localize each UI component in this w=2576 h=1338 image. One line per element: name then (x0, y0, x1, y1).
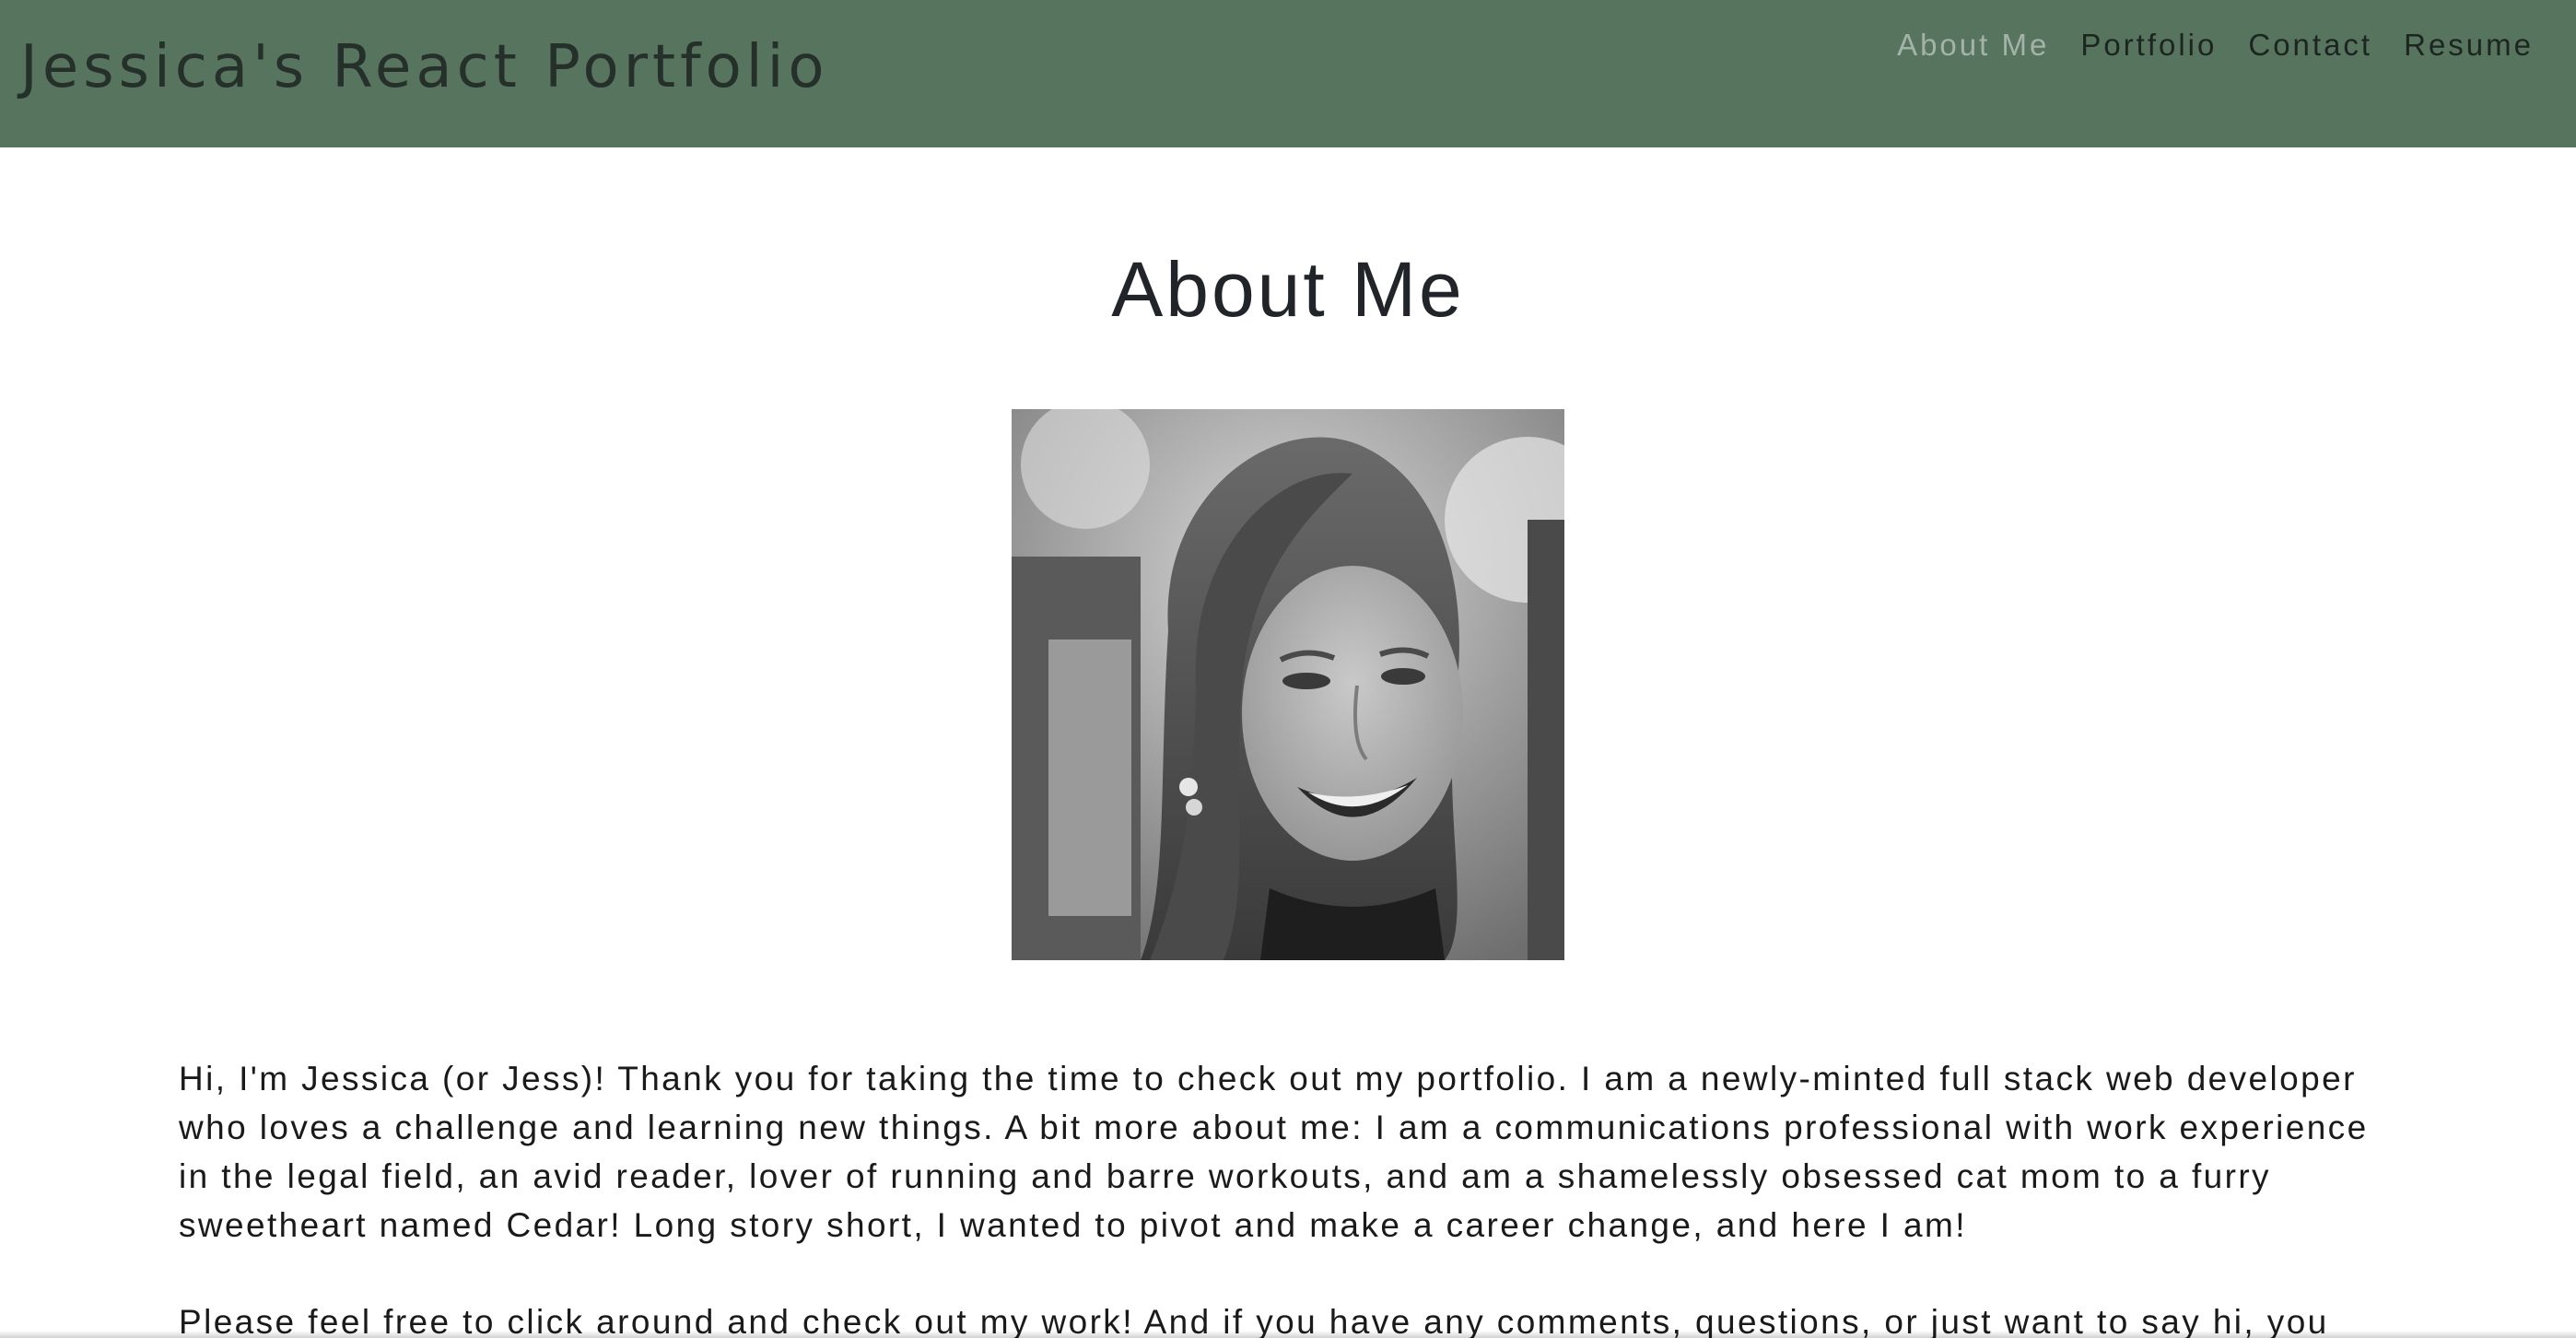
scroll-shadow (0, 1331, 2576, 1338)
nav-link-portfolio[interactable]: Portfolio (2080, 28, 2217, 63)
page-heading: About Me (1111, 246, 1465, 333)
profile-photo (1012, 409, 1564, 960)
bio-paragraph-intro: Hi, I'm Jessica (or Jess)! Thank you for… (179, 1060, 2369, 1244)
nav-link-about-me[interactable]: About Me (1897, 28, 2049, 63)
site-title: Jessica's React Portfolio (20, 33, 829, 101)
site-header: Jessica's React Portfolio About Me Portf… (0, 0, 2576, 147)
nav-link-contact[interactable]: Contact (2248, 28, 2372, 63)
nav-link-resume[interactable]: Resume (2404, 28, 2534, 63)
main-nav: About Me Portfolio Contact Resume (1897, 28, 2534, 63)
bio-section: Hi, I'm Jessica (or Jess)! Thank you for… (179, 1054, 2399, 1338)
